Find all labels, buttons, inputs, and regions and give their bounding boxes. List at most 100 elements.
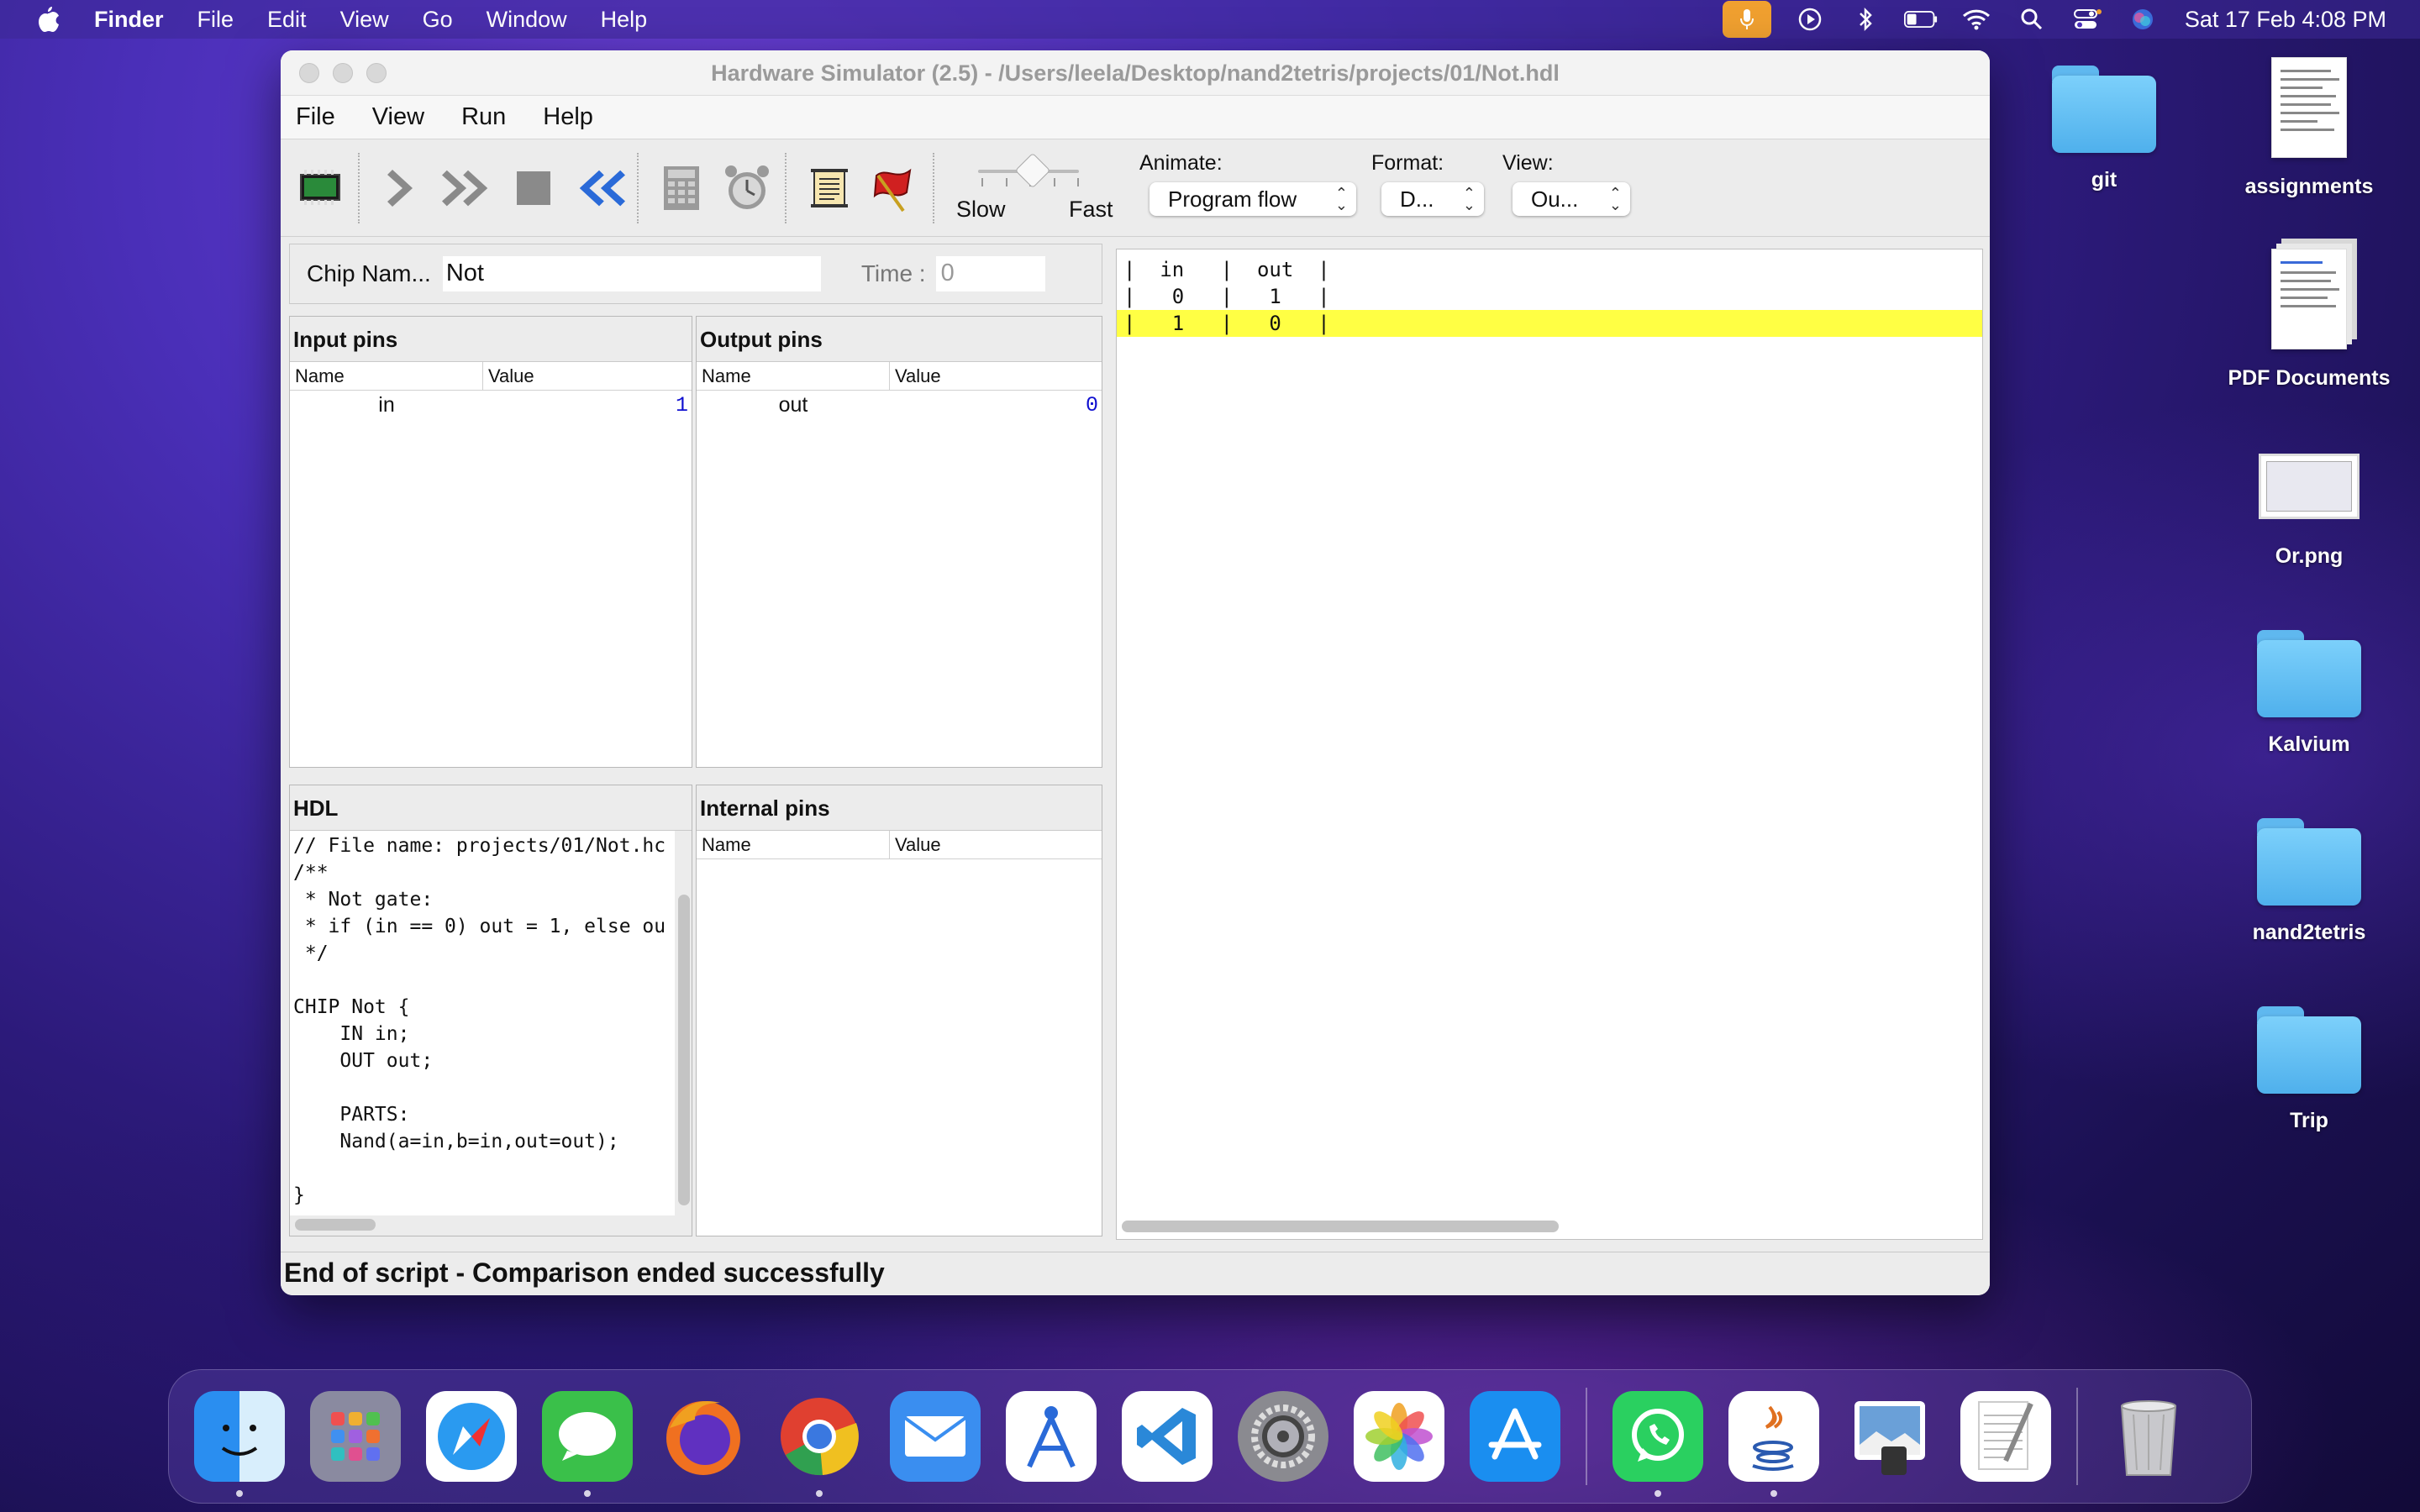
app-menu-run[interactable]: Run <box>461 103 506 131</box>
menu-file[interactable]: File <box>197 7 234 33</box>
desktop-folder-trip[interactable]: Trip <box>2225 1006 2393 1133</box>
desktop-icon-label: Trip <box>2290 1109 2328 1132</box>
tick-tock-button[interactable] <box>721 162 773 214</box>
eval-button[interactable] <box>655 162 708 214</box>
column-header-value[interactable]: Value <box>890 362 1102 390</box>
photos-icon[interactable] <box>1354 1391 1444 1482</box>
hdl-code-view[interactable]: // File name: projects/01/Not.hc /** * N… <box>290 831 675 1215</box>
time-field: 0 <box>935 256 1045 291</box>
vscode-icon[interactable] <box>1122 1391 1213 1482</box>
java-icon[interactable] <box>1728 1391 1819 1497</box>
apple-menu-icon[interactable] <box>34 5 62 34</box>
desktop-file-assignments[interactable]: assignments <box>2225 57 2393 199</box>
instruments-icon[interactable] <box>1006 1391 1097 1482</box>
column-header-name[interactable]: Name <box>697 831 890 858</box>
desktop-file-pdf-documents[interactable]: PDF Documents <box>2225 249 2393 391</box>
stop-button[interactable] <box>508 162 560 214</box>
table-row[interactable]: in 1 <box>290 391 692 419</box>
output-line: | in | out | <box>1123 258 1330 281</box>
system-settings-icon[interactable] <box>1238 1391 1328 1482</box>
battery-icon[interactable] <box>1903 3 1938 36</box>
preview-icon[interactable] <box>1844 1391 1935 1482</box>
microphone-icon[interactable] <box>1722 1 1771 38</box>
column-header-name[interactable]: Name <box>290 362 483 390</box>
pin-value[interactable]: 1 <box>483 393 692 417</box>
status-message: End of script - Comparison ended success… <box>281 1252 1990 1295</box>
app-menu-file[interactable]: File <box>296 103 335 131</box>
column-header-value[interactable]: Value <box>483 362 692 390</box>
pin-name: in <box>378 392 395 417</box>
chrome-icon[interactable] <box>774 1391 865 1497</box>
step-arrow-icon <box>387 169 413 207</box>
desktop-folder-git[interactable]: git <box>2020 66 2188 192</box>
view-label: View: <box>1502 151 1554 175</box>
menu-window[interactable]: Window <box>487 7 567 33</box>
desktop-folder-kalvium[interactable]: Kalvium <box>2225 630 2393 757</box>
trash-icon[interactable] <box>2103 1391 2194 1482</box>
table-row[interactable]: out 0 <box>697 391 1102 419</box>
textedit-icon[interactable] <box>1960 1391 2051 1482</box>
bluetooth-icon[interactable] <box>1849 3 1882 36</box>
launchpad-icon[interactable] <box>310 1391 401 1482</box>
app-store-icon[interactable] <box>1470 1391 1560 1482</box>
load-script-button[interactable] <box>803 162 855 214</box>
play-circle-icon[interactable] <box>1793 3 1827 36</box>
input-pins-title: Input pins <box>290 317 692 362</box>
folder-icon <box>2257 1006 2361 1094</box>
view-select[interactable]: Ou... ⌃ ⌄ <box>1512 182 1630 216</box>
desktop-folder-nand2tetris[interactable]: nand2tetris <box>2225 818 2393 945</box>
internal-pins-title: Internal pins <box>697 785 1102 831</box>
format-select[interactable]: D... ⌃ ⌄ <box>1381 182 1484 216</box>
window-titlebar[interactable]: Hardware Simulator (2.5) - /Users/leela/… <box>281 50 1990 96</box>
menu-go[interactable]: Go <box>423 7 453 33</box>
view-group: View: Ou... ⌃ ⌄ <box>1502 151 1630 216</box>
run-button[interactable] <box>442 162 494 214</box>
input-pins-header: Name Value <box>290 362 692 391</box>
folder-icon <box>2257 630 2361 717</box>
time-label: Time : <box>860 260 926 286</box>
app-menu-view[interactable]: View <box>372 103 424 131</box>
speed-slider[interactable]: Slow Fast <box>950 148 1118 228</box>
hdl-vertical-scrollbar[interactable] <box>678 895 690 1205</box>
animate-label: Animate: <box>1139 151 1223 175</box>
breakpoints-button[interactable] <box>869 162 921 214</box>
menubar-clock[interactable]: Sat 17 Feb 4:08 PM <box>2185 7 2386 33</box>
menu-view[interactable]: View <box>340 7 389 33</box>
app-menu-help[interactable]: Help <box>543 103 593 131</box>
desktop-icon-label: nand2tetris <box>2252 921 2366 944</box>
output-pins-header: Name Value <box>697 362 1102 391</box>
output-pins-table: Name Value out 0 <box>697 362 1102 767</box>
whatsapp-icon[interactable] <box>1612 1391 1703 1497</box>
alarm-clock-icon <box>725 165 769 209</box>
wifi-icon[interactable] <box>1960 3 1993 36</box>
output-compare-pane[interactable]: | in | out | | 0 | 1 | | 1 | 0 | <box>1116 249 1983 1240</box>
load-chip-button[interactable] <box>294 162 346 214</box>
document-stack-icon <box>2271 249 2347 349</box>
output-horizontal-scrollbar[interactable] <box>1122 1221 1559 1232</box>
format-select-value: D... <box>1400 186 1434 212</box>
desktop-file-or-png[interactable]: Or.png <box>2225 454 2393 569</box>
desktop-icon-label: assignments <box>2244 175 2374 198</box>
fast-forward-icon <box>442 170 488 206</box>
column-header-name[interactable]: Name <box>697 362 890 390</box>
menu-app-name[interactable]: Finder <box>94 7 164 33</box>
chip-name-row: Chip Nam... Not Time : 0 <box>289 244 1102 304</box>
spotlight-search-icon[interactable] <box>2015 3 2049 36</box>
window-title: Hardware Simulator (2.5) - /Users/leela/… <box>711 60 1560 86</box>
reset-button[interactable] <box>573 162 625 214</box>
messages-icon[interactable] <box>542 1391 633 1497</box>
finder-icon[interactable] <box>194 1391 285 1497</box>
menu-help[interactable]: Help <box>601 7 648 33</box>
control-center-icon[interactable] <box>2070 3 2104 36</box>
single-step-button[interactable] <box>376 162 429 214</box>
column-header-value[interactable]: Value <box>890 831 1102 858</box>
menu-edit[interactable]: Edit <box>267 7 307 33</box>
siri-icon[interactable] <box>2126 3 2160 36</box>
mail-icon[interactable] <box>890 1391 981 1482</box>
hdl-horizontal-scrollbar[interactable] <box>295 1219 376 1231</box>
animate-select[interactable]: Program flow ⌃ ⌄ <box>1150 182 1356 216</box>
up-down-chevron-icon: ⌃ ⌄ <box>1334 185 1348 213</box>
firefox-icon[interactable] <box>658 1391 749 1482</box>
safari-icon[interactable] <box>426 1391 517 1482</box>
hdl-title: HDL <box>290 785 692 831</box>
